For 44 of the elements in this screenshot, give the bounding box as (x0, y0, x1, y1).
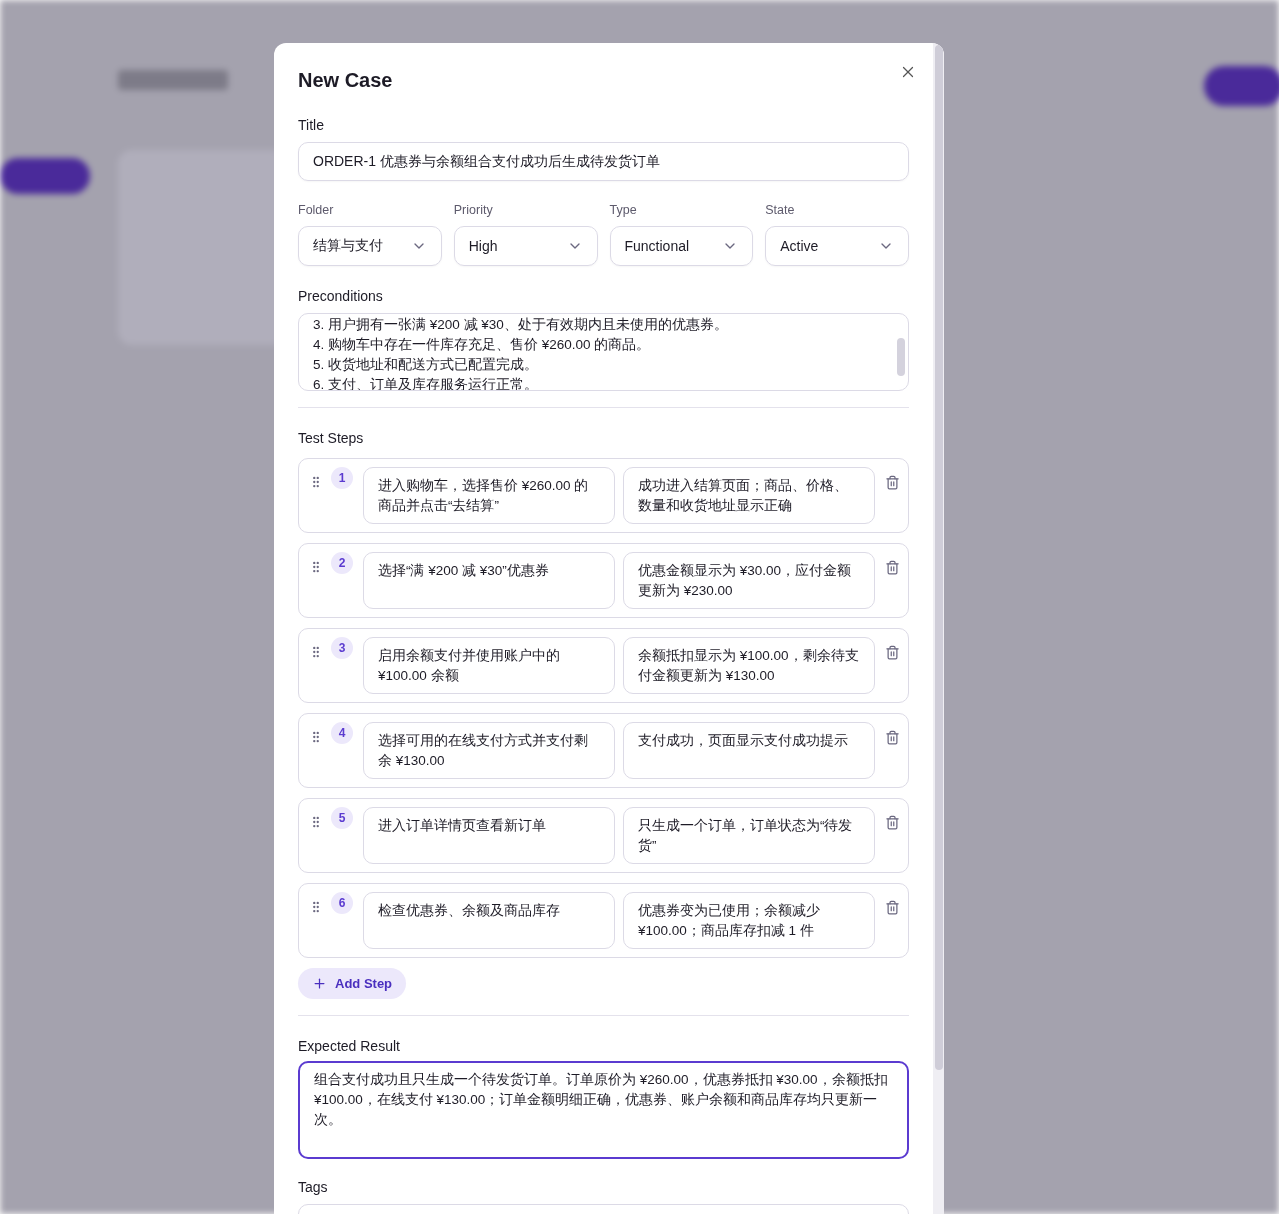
preconditions-textarea[interactable]: 3. 用户拥有一张满 ¥200 减 ¥30、处于有效期内且未使用的优惠券。 4. 购物车中存在一件库存充足、售价 ¥260.00 的商品。 5. 收货地址和配送方式已配置完成。 6. 支付、订单及库存服务运行正常。 (298, 313, 909, 392)
delete-icon[interactable] (885, 730, 900, 746)
field-label: Folder (298, 203, 335, 218)
delete-icon[interactable] (885, 645, 900, 661)
field-label: Tags (298, 1178, 329, 1195)
delete-icon[interactable] (885, 475, 900, 491)
step-expected-field[interactable]: 余额抵扣显示为 ¥100.00，剩余待支付金额更新为 ¥130.00 (623, 637, 875, 695)
delete-icon[interactable] (885, 815, 900, 831)
step-action-field[interactable]: 进入购物车，选择售价 ¥260.00 的商品并点击“去结算” (363, 467, 615, 525)
scrollbar[interactable] (933, 43, 944, 1214)
step-number: 2 (331, 552, 353, 575)
select-field[interactable]: Functional (609, 226, 754, 267)
delete-icon[interactable] (885, 900, 900, 916)
step-expected-field[interactable]: 成功进入结算页面；商品、价格、数量和收货地址显示正确 (623, 467, 875, 525)
add-step-button[interactable]: Add Step (298, 968, 407, 999)
plus-icon (312, 976, 327, 992)
step-action-field[interactable]: 进入订单详情页查看新订单 (363, 807, 615, 865)
step-number: 1 (331, 467, 353, 490)
step-action-field[interactable]: 选择可用的在线支付方式并支付剩余 ¥130.00 (363, 722, 615, 780)
step-action-field[interactable]: 启用余额支付并使用账户中的 ¥100.00 余额 (363, 637, 615, 695)
step-action-field[interactable]: 检查优惠券、余额及商品库存 (363, 892, 615, 950)
section-label: Test Steps (298, 430, 365, 447)
dialog-title: New Case (298, 69, 393, 92)
step-expected-field[interactable]: 只生成一个订单，订单状态为“待发货” (623, 807, 875, 865)
title-input[interactable]: ORDER-1 优惠券与余额组合支付成功后生成待发货订单 (298, 142, 909, 182)
select-field[interactable]: High (453, 226, 598, 267)
step-action-field[interactable]: 选择“满 ¥200 减 ¥30”优惠券 (363, 552, 615, 610)
step-number: 6 (331, 892, 353, 915)
field-label: Title (298, 117, 325, 133)
field-label: State (765, 203, 796, 218)
field-label: Preconditions (298, 288, 384, 305)
step-expected-field[interactable]: 优惠金额显示为 ¥30.00，应付金额更新为 ¥230.00 (623, 552, 875, 610)
field-label: Priority (453, 203, 494, 218)
expected-result-textarea[interactable]: 组合支付成功且只生成一个待发货订单。订单原价为 ¥260.00，优惠券抵扣 ¥30.00，余额抵扣 ¥100.00，在线支付 ¥130.00；订单金额明细正确，优惠券、账户余额和商品库存均只更新一次。 (298, 1060, 909, 1159)
delete-icon[interactable] (885, 560, 900, 576)
field-label: Type (609, 203, 638, 218)
step-number: 5 (331, 807, 353, 830)
step-expected-field[interactable]: 优惠券变为已使用；余额减少 ¥100.00；商品库存扣减 1 件 (623, 892, 875, 950)
field-label: Expected Result (298, 1037, 401, 1054)
step-expected-field[interactable]: 支付成功，页面显示支付成功提示 (623, 722, 875, 780)
step-number: 3 (331, 637, 353, 660)
select-field[interactable]: 结算与支付 (298, 226, 442, 267)
step-number: 4 (331, 722, 353, 745)
select-field[interactable]: Active (765, 226, 909, 267)
